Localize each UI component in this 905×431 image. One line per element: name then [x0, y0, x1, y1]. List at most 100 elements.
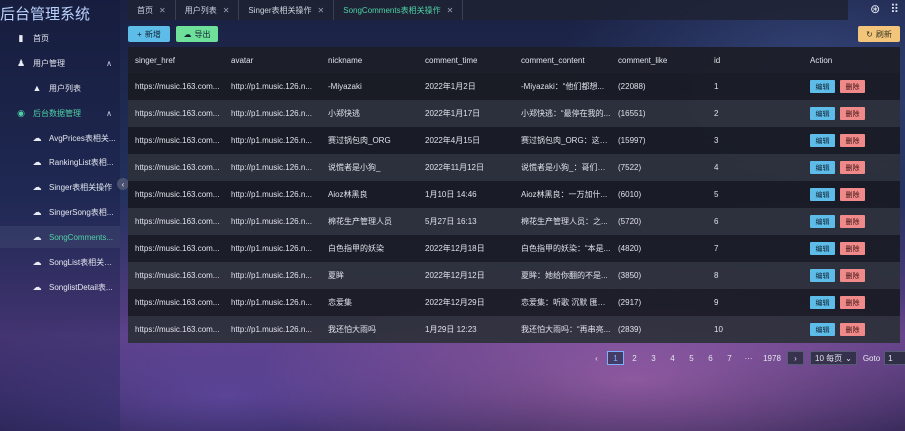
column-header[interactable]: avatar [224, 56, 321, 65]
app-title: 后台管理系统 [0, 6, 91, 23]
table-cell: http://p1.music.126.n... [231, 82, 312, 91]
delete-button[interactable]: 删除 [840, 107, 865, 120]
page-button-5[interactable]: 5 [683, 351, 700, 365]
page-button-6[interactable]: 6 [702, 351, 719, 365]
table-cell: (6010) [618, 190, 642, 199]
home-icon: ▮ [18, 32, 24, 43]
close-icon[interactable]: ✕ [159, 6, 166, 15]
page-ellipsis[interactable]: ··· [740, 351, 757, 365]
delete-button[interactable]: 删除 [840, 269, 865, 282]
page-button-3[interactable]: 3 [645, 351, 662, 365]
sidebar-item-user-management[interactable]: ♟ 用户管理 ∧ [0, 52, 120, 74]
table-cell: 8 [714, 271, 719, 280]
table-cell: http://p1.music.126.n... [231, 325, 312, 334]
column-header[interactable]: comment_content [514, 56, 611, 65]
delete-button[interactable]: 删除 [840, 134, 865, 147]
sidebar-item-user-list[interactable]: ▲ 用户列表 [0, 77, 120, 99]
table-cell: 2022年1月2日 [425, 82, 476, 91]
edit-button[interactable]: 编辑 [810, 323, 835, 336]
table-cell: https://music.163.com... [135, 82, 220, 91]
edit-button[interactable]: 编辑 [810, 134, 835, 147]
delete-button[interactable]: 删除 [840, 80, 865, 93]
page-size-select[interactable]: 10 每页 ⌄ [810, 351, 857, 365]
sidebar-item-songcomments[interactable]: ☁ SongComments... [0, 226, 120, 248]
cloud-icon: ☁ [32, 256, 42, 267]
table-cell: 5月27日 16:13 [425, 217, 477, 226]
table-cell: 9 [714, 298, 719, 307]
page-button-last[interactable]: 1978 [759, 351, 785, 365]
table-cell: 赛过锅包肉_ORG [328, 136, 391, 145]
row-actions: 编辑 删除 [803, 323, 900, 336]
column-header[interactable]: nickname [321, 56, 418, 65]
table-cell: 6 [714, 217, 719, 226]
tab-home[interactable]: 首页 ✕ [128, 0, 176, 20]
column-header[interactable]: comment_like [611, 56, 707, 65]
sidebar-item-singersong[interactable]: ☁ SingerSong表相... [0, 201, 120, 223]
table-cell: http://p1.music.126.n... [231, 190, 312, 199]
page-button-2[interactable]: 2 [626, 351, 643, 365]
column-header[interactable]: singer_href [128, 56, 224, 65]
sidebar-item-singer[interactable]: ☁ Singer表相关操作 [0, 176, 120, 198]
refresh-button[interactable]: ↻ 刷新 [858, 26, 900, 42]
page-button-4[interactable]: 4 [664, 351, 681, 365]
next-page-button[interactable]: › [787, 351, 804, 365]
close-icon[interactable]: ✕ [447, 6, 454, 15]
edit-button[interactable]: 编辑 [810, 242, 835, 255]
table-cell: 1月29日 12:23 [425, 325, 477, 334]
delete-button[interactable]: 删除 [840, 242, 865, 255]
table-header-row: singer_href avatar nickname comment_time… [128, 47, 900, 73]
close-icon[interactable]: ✕ [318, 6, 325, 15]
sidebar-item-avgprices[interactable]: ☁ AvgPrices表相关... [0, 127, 120, 149]
sidebar-item-songlistdetail[interactable]: ☁ SonglistDetail表... [0, 276, 120, 298]
row-actions: 编辑 删除 [803, 215, 900, 228]
add-button[interactable]: + 新增 [128, 26, 170, 42]
table-cell: 白色指甲的妖染：“本是... [521, 244, 611, 253]
edit-button[interactable]: 编辑 [810, 296, 835, 309]
edit-button[interactable]: 编辑 [810, 188, 835, 201]
delete-button[interactable]: 删除 [840, 215, 865, 228]
table-cell: 2 [714, 109, 719, 118]
column-header[interactable]: comment_time [418, 56, 514, 65]
export-button-label: 导出 [194, 29, 211, 39]
table-row: https://music.163.com... http://p1.music.… [128, 289, 900, 316]
delete-button[interactable]: 删除 [840, 161, 865, 174]
sidebar-item-songlist[interactable]: ☁ SongList表相关操作 [0, 251, 120, 273]
prev-page-button[interactable]: ‹ [588, 351, 605, 365]
delete-button[interactable]: 删除 [840, 296, 865, 309]
delete-button[interactable]: 删除 [840, 323, 865, 336]
export-button[interactable]: ☁ 导出 [176, 26, 218, 42]
apps-grid-icon[interactable]: ⠿ [890, 2, 899, 16]
page-button-7[interactable]: 7 [721, 351, 738, 365]
table-cell: (7522) [618, 163, 642, 172]
sidebar-item-label: Singer表相关操作 [49, 182, 113, 192]
edit-button[interactable]: 编辑 [810, 215, 835, 228]
page-button-1[interactable]: 1 [607, 351, 624, 365]
tab-songcomments[interactable]: SongComments表相关操作 ✕ [334, 0, 464, 20]
sidebar: 后台管理系统 ▮ 首页 ♟ 用户管理 ∧ ▲ 用户列表 ◉ 后台数据管理 ∧ ☁… [0, 0, 120, 431]
pagination: ‹ 1 2 3 4 5 6 7 ··· 1978 › 10 每页 ⌄ Goto [588, 351, 905, 365]
edit-button[interactable]: 编辑 [810, 269, 835, 282]
cloud-icon: ☁ [32, 281, 42, 292]
table-row: https://music.163.com... http://p1.music.… [128, 235, 900, 262]
table-cell: 赛过锅包肉_ORG：这个... [521, 136, 611, 145]
add-button-label: 新增 [144, 29, 161, 39]
column-header[interactable]: id [707, 56, 803, 65]
table-row: https://music.163.com... http://p1.music.… [128, 316, 900, 343]
delete-button[interactable]: 删除 [840, 188, 865, 201]
close-icon[interactable]: ✕ [223, 6, 230, 15]
tab-singer[interactable]: Singer表相关操作 ✕ [239, 0, 335, 20]
sidebar-item-rankinglist[interactable]: ☁ RankingList表相... [0, 151, 120, 173]
row-actions: 编辑 删除 [803, 269, 900, 282]
tab-user-list[interactable]: 用户列表 ✕ [176, 0, 240, 20]
table-cell: https://music.163.com... [135, 244, 220, 253]
sidebar-item-home[interactable]: ▮ 首页 [0, 27, 120, 49]
table-cell: 2022年4月15日 [425, 136, 481, 145]
theme-icon[interactable]: ⊛ [870, 2, 880, 16]
edit-button[interactable]: 编辑 [810, 161, 835, 174]
sidebar-item-data-management[interactable]: ◉ 后台数据管理 ∧ [0, 102, 120, 124]
cloud-icon: ☁ [32, 156, 42, 167]
edit-button[interactable]: 编辑 [810, 107, 835, 120]
goto-input[interactable] [884, 351, 905, 365]
edit-button[interactable]: 编辑 [810, 80, 835, 93]
tab-bar: 首页 ✕ 用户列表 ✕ Singer表相关操作 ✕ SongComments表相… [128, 0, 848, 20]
